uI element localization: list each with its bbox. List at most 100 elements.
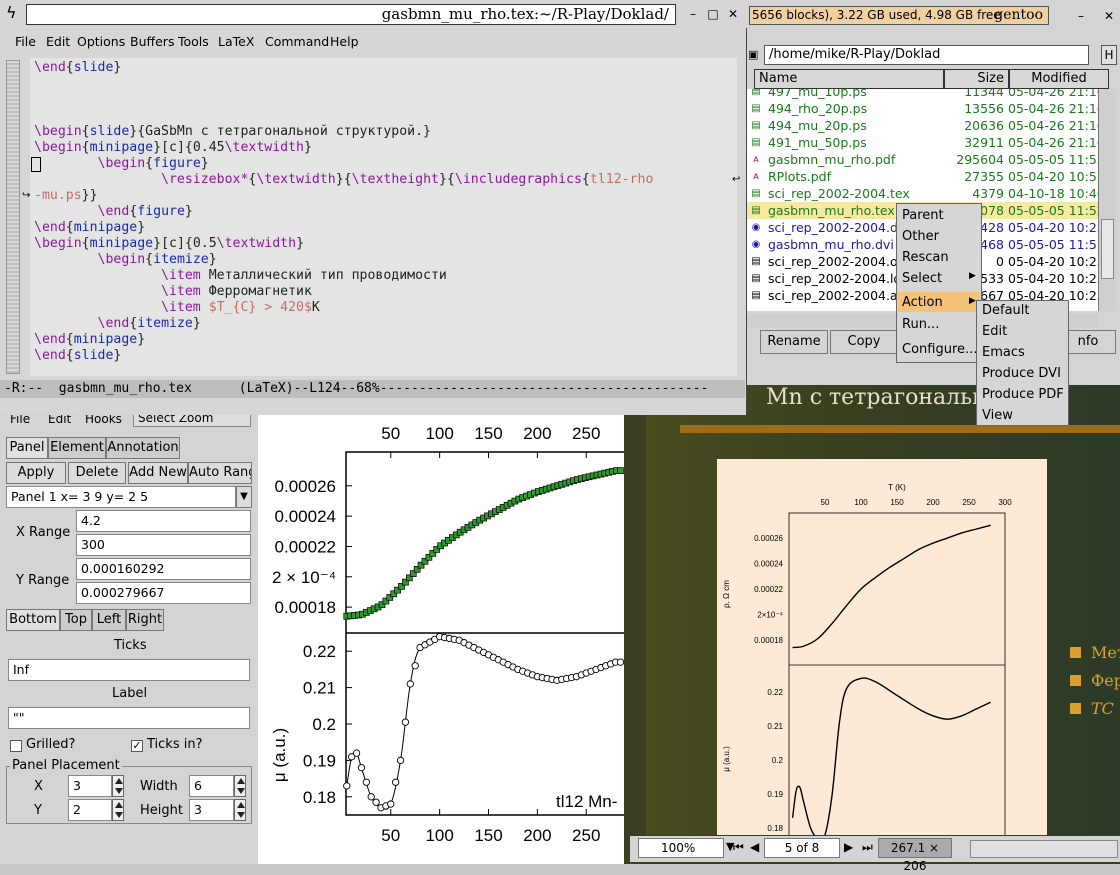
file-row[interactable]: ▤ 497_mu_10p.ps 11344 05-04-26 21:16 [746, 89, 1098, 100]
menu-edit[interactable]: Edit [46, 34, 70, 49]
menu-item-other[interactable]: Other [902, 229, 939, 244]
menu-item-parent[interactable]: Parent [902, 208, 944, 223]
menu-tools[interactable]: Tools [178, 34, 209, 49]
next-page-icon[interactable]: ▶ [844, 840, 853, 854]
file-manager-status: 5656 blocks), 3.22 GB used, 4.98 GB free… [749, 6, 1049, 25]
folder-icon[interactable]: ▣ [748, 45, 762, 65]
figure-y-tick-label: 0.19 [767, 790, 783, 799]
last-page-icon[interactable]: ⏭ [862, 840, 873, 855]
figure-y-tick-label: 0.00018 [754, 636, 783, 645]
menu-options[interactable]: Options [77, 34, 125, 49]
chevron-down-icon[interactable]: ▼ [236, 486, 252, 508]
figure-xlabel: T (K) [888, 483, 906, 492]
scroll-thumb[interactable] [1101, 219, 1114, 279]
width-field[interactable]: 6 [189, 775, 234, 797]
y-min-field[interactable]: 0.000160292 [76, 558, 251, 580]
copy-button[interactable]: Copy [830, 330, 898, 354]
menu-item-rescan[interactable]: Rescan [902, 250, 949, 265]
tab-element[interactable]: Element [48, 437, 106, 459]
menu-item-produce-dvi[interactable]: Produce DVI [982, 366, 1061, 381]
y-spinner[interactable] [112, 799, 124, 821]
menu-item-select[interactable]: Select [902, 271, 942, 286]
file-row[interactable]: ▤ sci_rep_2002-2004.tex 4379 04-10-18 10:46 [746, 185, 1098, 202]
menu-item-edit[interactable]: Edit [982, 324, 1007, 339]
menu-file[interactable]: File [15, 34, 36, 49]
grilled-checkbox[interactable] [10, 740, 22, 752]
menu-help[interactable]: Help [330, 34, 359, 49]
tab-panel[interactable]: Panel [6, 437, 48, 459]
grilled-label: Grilled? [26, 737, 76, 752]
file-row[interactable]: ᴀ RPlots.pdf 27355 05-04-20 10:57 [746, 168, 1098, 185]
minimize-icon[interactable]: – [686, 7, 700, 21]
bullet-item: Ферро [1070, 671, 1120, 690]
y-placement-field[interactable]: 2 [68, 799, 112, 821]
y-tick-label: 0.00026 [275, 477, 336, 496]
file-row[interactable]: ▤ 491_mu_50p.ps 32911 05-04-26 21:16 [746, 134, 1098, 151]
menu-latex[interactable]: LaTeX [218, 34, 254, 49]
menu-item-produce-pdf[interactable]: Produce PDF [982, 387, 1064, 402]
menu-item-action[interactable]: Action [902, 295, 943, 310]
plot-canvas[interactable]: 50 100 150 200 250 50 100 150 200 250 0.00026 0.000… [258, 415, 647, 864]
label-field[interactable]: "" [8, 707, 250, 729]
lower-series-point [396, 756, 405, 765]
ticks-in-checkbox[interactable]: ✓ [131, 740, 143, 752]
x-min-field[interactable]: 4.2 [76, 510, 251, 532]
maximize-icon[interactable]: □ [706, 7, 720, 21]
panel-selector[interactable]: Panel 1 x= 3 9 y= 2 5 [6, 486, 236, 508]
x-spinner[interactable] [112, 775, 124, 797]
col-modified[interactable]: Modified [1009, 69, 1109, 89]
y-tick-label: 0.19 [303, 751, 336, 770]
height-field[interactable]: 3 [189, 799, 234, 821]
height-spinner[interactable] [234, 799, 246, 821]
file-row[interactable]: ᴀ gasbmn_mu_rho.pdf 295604 05-05-05 11:53 [746, 151, 1098, 168]
delete-button[interactable]: Delete [68, 462, 126, 484]
x-tick-label: 200 [523, 826, 551, 845]
menu-item-run[interactable]: Run... [902, 317, 939, 332]
path-field[interactable]: /home/mike/R-Play/Doklad [764, 45, 1089, 65]
tab-annotation[interactable]: Annotation [106, 437, 180, 459]
zoom-select[interactable]: 100% [638, 838, 724, 858]
menu-command[interactable]: Command [265, 34, 329, 49]
apply-button[interactable]: Apply [6, 462, 66, 484]
horizontal-scrollbar[interactable] [970, 840, 1118, 858]
menu-item-emacs[interactable]: Emacs [982, 345, 1025, 360]
hidden-files-button[interactable]: H [1101, 45, 1117, 65]
y-max-field[interactable]: 0.000279667 [76, 582, 251, 604]
height-label: Height [140, 803, 183, 818]
rename-button[interactable]: Rename [760, 330, 828, 354]
x-max-field[interactable]: 300 [76, 534, 251, 556]
col-size[interactable]: Size [944, 69, 1009, 89]
menu-item-configure[interactable]: Configure... [902, 342, 977, 357]
tab-bottom[interactable]: Bottom [6, 609, 60, 631]
file-date: 05-04-20 10:23 [1008, 220, 1098, 235]
emacs-minibuffer[interactable] [0, 398, 745, 415]
tab-right[interactable]: Right [126, 609, 164, 631]
tab-left[interactable]: Left [92, 609, 126, 631]
emacs-scrollbar[interactable] [6, 60, 20, 374]
menu-buffers[interactable]: Buffers [130, 34, 174, 49]
auto-range-button[interactable]: Auto Rang [188, 462, 252, 484]
prev-page-icon[interactable]: ◀ [750, 840, 759, 854]
file-context-menu: Parent Other Rescan Select ▶ Action ▶ Ru… [896, 203, 982, 363]
x-placement-field[interactable]: 3 [68, 775, 112, 797]
file-size: 13556 [964, 101, 1004, 116]
width-spinner[interactable] [234, 775, 246, 797]
page-field[interactable]: 5 of 8 [764, 838, 840, 858]
first-page-icon[interactable]: ⏮ [733, 840, 744, 855]
close-icon[interactable]: ✕ [726, 7, 740, 21]
window-menu-icon[interactable]: ϟ [6, 3, 17, 22]
col-name[interactable]: Name [754, 69, 944, 89]
figure-upper-ylabel: ρ, Ω cm [722, 580, 731, 608]
y-tick-label: 0.18 [303, 788, 336, 807]
file-row[interactable]: ▤ 494_mu_20p.ps 20636 05-04-26 21:16 [746, 117, 1098, 134]
file-row[interactable]: ▤ 494_rho_20p.ps 13556 05-04-26 21:16 [746, 100, 1098, 117]
tab-top[interactable]: Top [60, 609, 92, 631]
ticks-field[interactable]: Inf [8, 659, 250, 681]
menu-item-default[interactable]: Default [982, 303, 1030, 318]
y-tick-label: 0.21 [303, 679, 336, 698]
add-new-button[interactable]: Add New [128, 462, 188, 484]
close-icon[interactable]: ✕ [1102, 9, 1116, 23]
vertical-scrollbar[interactable] [1098, 89, 1116, 311]
menu-item-view[interactable]: View [982, 408, 1013, 423]
minimize-icon[interactable]: – [1074, 9, 1088, 23]
